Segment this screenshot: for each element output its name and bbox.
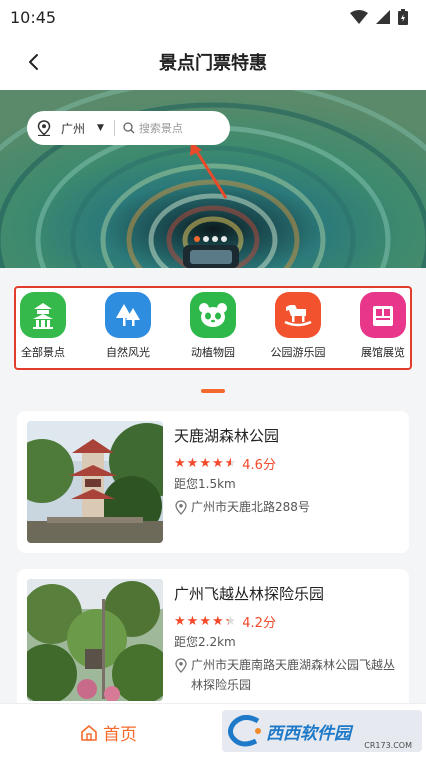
spot-distance: 距您1.5km <box>174 477 236 491</box>
status-icons <box>350 9 408 25</box>
search-input[interactable]: 搜索景点 <box>139 120 183 136</box>
spot-distance: 距您2.2km <box>174 635 236 649</box>
category-label: 全部景点 <box>21 346 65 359</box>
star-icon: ★ <box>186 614 199 629</box>
spot-title: 广州飞越丛林探险乐园 <box>174 585 325 603</box>
category-zoo-botanical[interactable]: 动植物园 <box>173 292 253 360</box>
home-icon <box>81 724 97 741</box>
carousel-dot[interactable] <box>194 236 200 242</box>
rating-score: 4.2分 <box>242 616 276 631</box>
category-label: 自然风光 <box>106 346 150 359</box>
nav-bar: 景点门票特惠 <box>0 34 426 90</box>
category-page-indicator <box>201 389 225 393</box>
bottom-nav: 首页 西西软件园 CR173.COM <box>0 703 426 757</box>
spot-photo <box>27 421 163 543</box>
star-icon: ★ <box>211 456 224 471</box>
panda-icon <box>190 292 236 338</box>
carousel-dot[interactable] <box>221 236 227 242</box>
category-park-amusement[interactable]: 公园游乐园 <box>258 292 338 360</box>
category-all-spots[interactable]: 全部景点 <box>3 292 83 360</box>
spot-title: 天鹿湖森林公园 <box>174 427 280 445</box>
search-bar[interactable]: 广州 ▼ 搜索景点 <box>27 111 230 145</box>
rating-score: 4.6分 <box>242 458 276 473</box>
trees-icon <box>105 292 151 338</box>
chevron-left-icon <box>29 54 38 70</box>
city-selector[interactable]: 广州 <box>61 120 85 137</box>
watermark-logo-icon <box>228 715 261 747</box>
category-label: 公园游乐园 <box>270 346 326 359</box>
watermark: 西西软件园 CR173.COM <box>222 710 422 752</box>
star-icon: ★ <box>211 614 224 629</box>
carousel-dots <box>194 236 227 242</box>
star-icon: ★ <box>186 456 199 471</box>
spot-address: 广州市天鹿南路天鹿湖森林公园飞越丛林探险乐园 <box>174 655 406 695</box>
tab-home[interactable]: 首页 <box>80 720 137 745</box>
status-bar: 10:45 <box>0 0 426 34</box>
chevron-down-icon[interactable]: ▼ <box>97 123 104 133</box>
carousel-dot[interactable] <box>212 236 218 242</box>
back-button[interactable] <box>20 48 48 76</box>
star-icon: ★ <box>174 456 186 471</box>
carousel-dot[interactable] <box>203 236 209 242</box>
search-icon <box>123 122 135 134</box>
signal-icon <box>376 10 390 24</box>
category-label: 展馆展览 <box>361 346 405 359</box>
category-museum-exhibition[interactable]: 展馆展览 <box>343 292 423 360</box>
page-title: 景点门票特惠 <box>159 53 267 74</box>
location-pin-icon <box>175 658 187 673</box>
divider <box>113 120 115 136</box>
location-pin-icon <box>37 120 51 136</box>
tab-home-label: 首页 <box>103 725 137 745</box>
rating-stars: ★ ★ ★ ★ ★ 4.6分 <box>174 454 276 473</box>
page: 10:45 景点门票特惠 广州 ▼ 搜索景点 全部景点 自然风光 动植物园 公园… <box>0 0 426 757</box>
location-pin-icon <box>175 500 187 515</box>
watermark-brand: 西西软件园 <box>266 723 351 744</box>
spot-photo <box>27 579 163 701</box>
wifi-icon <box>350 10 368 24</box>
spot-address-text: 广州市天鹿南路天鹿湖森林公园飞越丛林探险乐园 <box>191 658 396 692</box>
watermark-site: CR173.COM <box>364 741 412 750</box>
pavilion-icon <box>20 292 66 338</box>
category-nature[interactable]: 自然风光 <box>88 292 168 360</box>
rating-stars: ★ ★ ★ ★ ★ 4.2分 <box>174 612 276 631</box>
battery-icon <box>398 9 408 25</box>
rocking-horse-icon <box>275 292 321 338</box>
half-star-icon: ★ <box>224 456 237 471</box>
star-icon: ★ <box>199 456 211 471</box>
half-star-icon: ★ <box>224 614 237 629</box>
spot-card[interactable]: 天鹿湖森林公园 ★ ★ ★ ★ ★ 4.6分 距您1.5km 广州市天鹿北路28… <box>17 411 409 553</box>
star-icon: ★ <box>174 614 186 629</box>
spot-address-text: 广州市天鹿北路288号 <box>191 500 310 514</box>
spot-card[interactable]: 广州飞越丛林探险乐园 ★ ★ ★ ★ ★ 4.2分 距您2.2km 广州市天鹿南… <box>17 569 409 719</box>
spot-address: 广州市天鹿北路288号 <box>174 497 406 517</box>
star-icon: ★ <box>199 614 211 629</box>
status-time: 10:45 <box>10 7 57 27</box>
museum-icon <box>360 292 406 338</box>
category-label: 动植物园 <box>191 346 235 359</box>
